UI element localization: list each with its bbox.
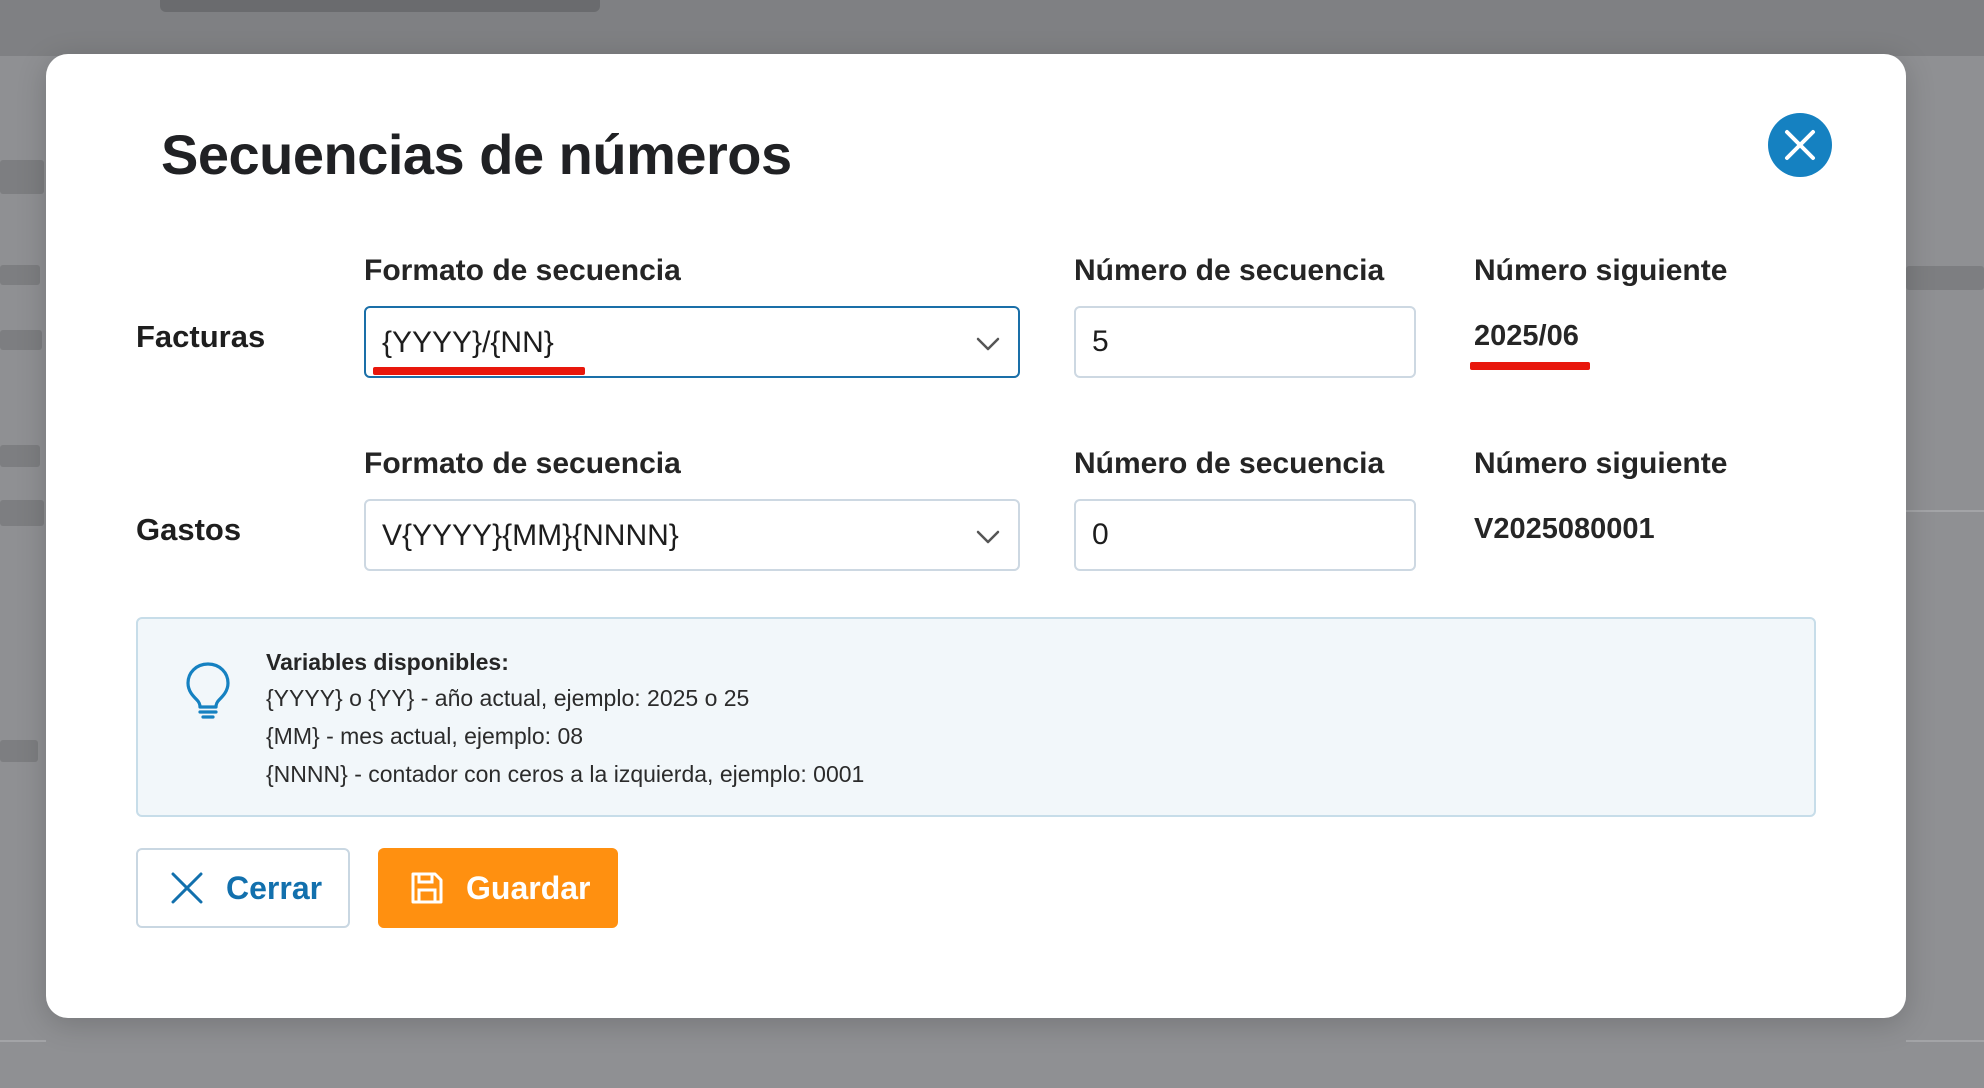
invoices-next-label: Número siguiente bbox=[1474, 254, 1728, 287]
save-button[interactable]: Guardar bbox=[378, 848, 618, 928]
info-line: {MM} - mes actual, ejemplo: 08 bbox=[266, 723, 584, 749]
close-circle-icon bbox=[1785, 130, 1815, 160]
expenses-next-label: Número siguiente bbox=[1474, 447, 1728, 480]
expenses-sequence-input[interactable] bbox=[1074, 499, 1416, 571]
expenses-format-value: V{YYYY}{MM}{NNNN} bbox=[382, 519, 679, 552]
close-button[interactable]: Cerrar bbox=[136, 848, 350, 928]
annotation-underline bbox=[1470, 362, 1590, 370]
chevron-down-icon bbox=[976, 530, 1000, 544]
invoices-sequence-label: Número de secuencia bbox=[1074, 254, 1385, 287]
variables-info-box: Variables disponibles: {YYYY} o {YY} - a… bbox=[136, 617, 1816, 817]
background-divider bbox=[1906, 1040, 1984, 1042]
background-fragment bbox=[0, 445, 40, 467]
info-title: Variables disponibles: bbox=[266, 649, 509, 675]
lightbulb-icon bbox=[186, 662, 230, 719]
expenses-sequence-label: Número de secuencia bbox=[1074, 447, 1385, 480]
x-icon bbox=[171, 872, 203, 904]
invoices-format-value: {YYYY}/{NN} bbox=[382, 326, 554, 359]
info-line: {NNNN} - contador con ceros a la izquier… bbox=[266, 761, 865, 787]
annotation-underline bbox=[373, 367, 585, 375]
background-divider bbox=[1906, 510, 1984, 512]
invoices-sequence-input[interactable] bbox=[1074, 306, 1416, 378]
expenses-row-label: Gastos bbox=[136, 512, 242, 547]
close-modal-button[interactable] bbox=[1768, 113, 1832, 177]
number-sequences-modal: Secuencias de números Facturas Formato d… bbox=[46, 54, 1906, 1018]
background-divider bbox=[0, 1040, 46, 1042]
background-fragment bbox=[1906, 266, 1984, 290]
save-button-label: Guardar bbox=[466, 869, 591, 906]
chevron-down-icon bbox=[976, 337, 1000, 351]
expenses-format-select[interactable]: V{YYYY}{MM}{NNNN} bbox=[364, 499, 1020, 571]
background-heading bbox=[160, 0, 600, 12]
expenses-format-label: Formato de secuencia bbox=[364, 447, 681, 480]
background-fragment bbox=[0, 265, 40, 285]
save-icon bbox=[411, 872, 443, 904]
info-line: {YYYY} o {YY} - año actual, ejemplo: 202… bbox=[266, 685, 750, 711]
background-fragment bbox=[0, 160, 44, 194]
invoices-row-label: Facturas bbox=[136, 319, 266, 354]
modal-title: Secuencias de números bbox=[161, 123, 792, 186]
close-button-label: Cerrar bbox=[226, 869, 323, 906]
background-fragment bbox=[0, 740, 38, 762]
background-fragment bbox=[0, 330, 42, 350]
expenses-next-value: V2025080001 bbox=[1474, 513, 1655, 545]
invoices-format-label: Formato de secuencia bbox=[364, 254, 681, 287]
background-fragment bbox=[0, 500, 44, 526]
invoices-next-value: 2025/06 bbox=[1474, 320, 1579, 352]
